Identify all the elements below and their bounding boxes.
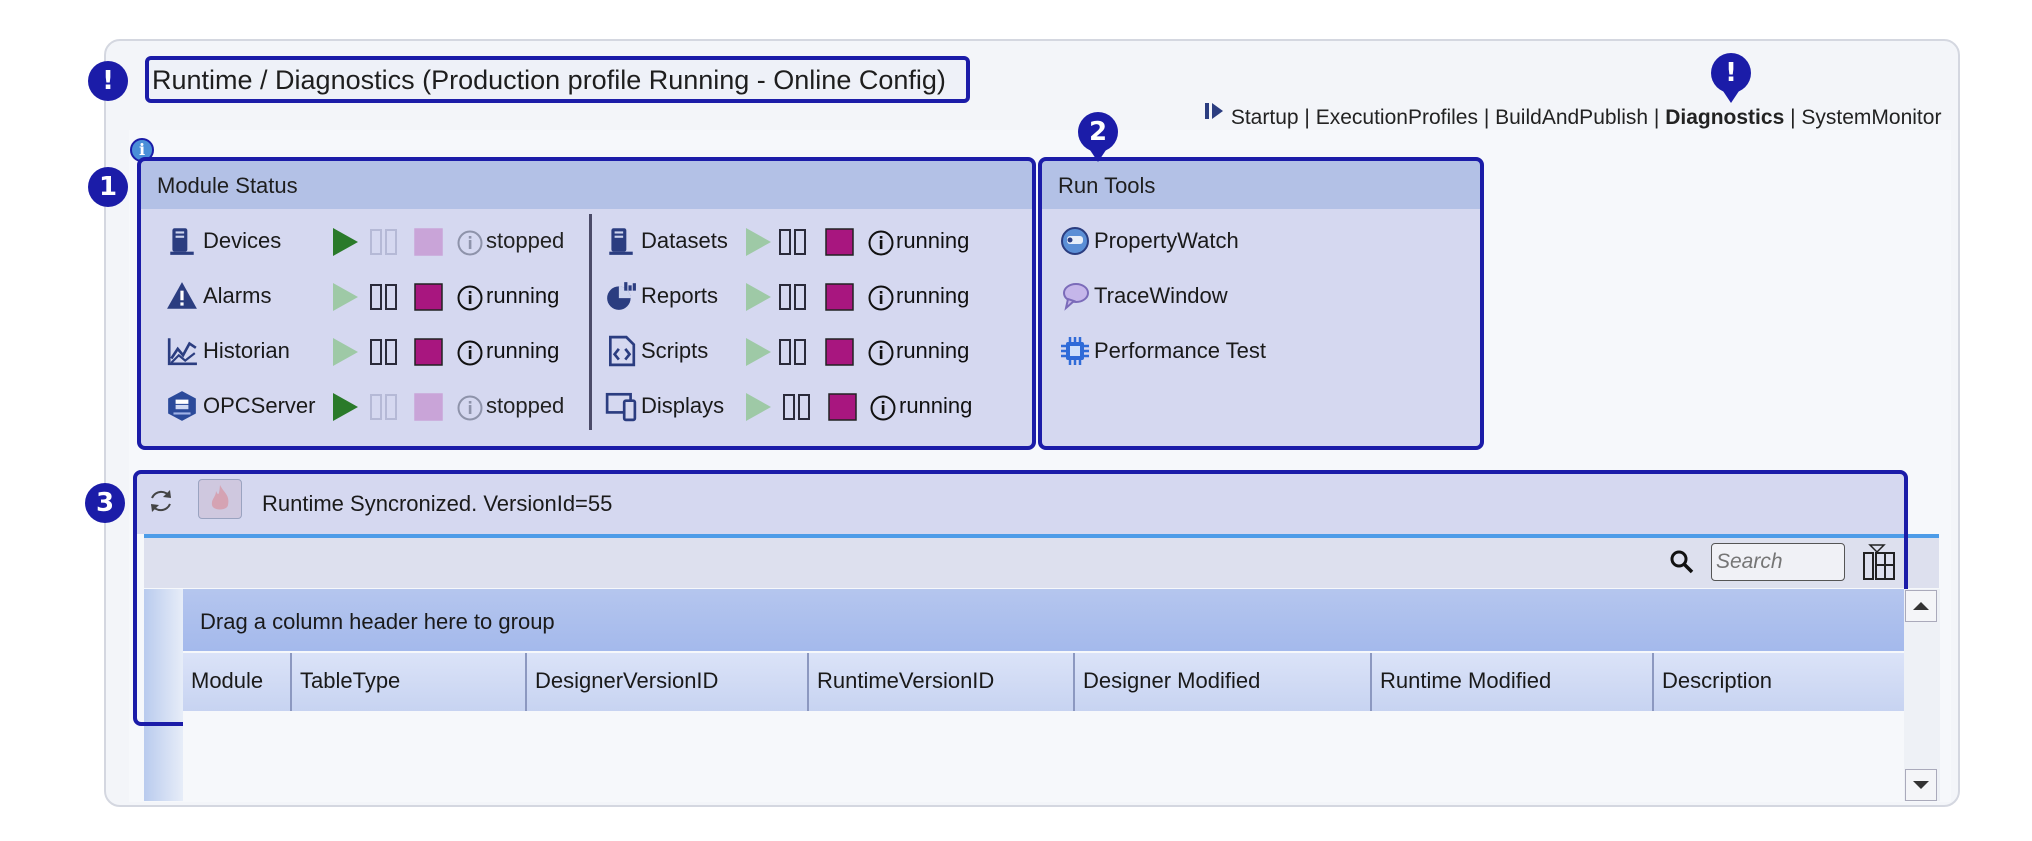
stop-button[interactable] xyxy=(825,338,855,366)
property-watch-icon xyxy=(1061,227,1089,255)
alert-badge: ! xyxy=(88,61,128,101)
chip-icon xyxy=(1061,337,1089,365)
stop-button[interactable] xyxy=(414,283,444,311)
step-badge-2: 2 xyxy=(1078,112,1118,162)
start-button[interactable] xyxy=(330,226,360,258)
stop-button[interactable] xyxy=(825,283,855,311)
start-button[interactable] xyxy=(330,391,360,423)
module-column-divider xyxy=(589,214,592,430)
pause-button[interactable] xyxy=(369,338,399,366)
pause-button[interactable] xyxy=(778,338,808,366)
datasets-icon xyxy=(609,228,633,255)
stop-button[interactable] xyxy=(414,393,444,421)
breadcrumb-build-and-publish[interactable]: BuildAndPublish xyxy=(1495,106,1648,129)
status-info-icon[interactable] xyxy=(456,339,484,367)
module-status-text: stopped xyxy=(486,228,565,253)
opc-server-icon xyxy=(168,391,196,421)
status-info-icon[interactable] xyxy=(867,339,895,367)
start-button[interactable] xyxy=(743,391,773,423)
module-status-text: running xyxy=(896,228,970,253)
status-info-icon[interactable] xyxy=(869,394,897,422)
pause-button[interactable] xyxy=(369,393,399,421)
stop-button[interactable] xyxy=(414,338,444,366)
status-info-icon[interactable] xyxy=(867,284,895,312)
breadcrumb-execution-profiles[interactable]: ExecutionProfiles xyxy=(1316,106,1478,129)
start-button[interactable] xyxy=(743,226,773,258)
module-label: Displays xyxy=(641,393,725,418)
breadcrumb-diagnostics[interactable]: Diagnostics xyxy=(1665,106,1784,129)
scroll-down-button[interactable] xyxy=(1905,769,1937,801)
caret-up-icon xyxy=(1913,602,1929,610)
stop-button[interactable] xyxy=(828,393,858,421)
status-info-icon[interactable] xyxy=(456,229,484,257)
module-status-text: running xyxy=(486,338,560,363)
breadcrumb: Startup | ExecutionProfiles | BuildAndPu… xyxy=(1203,103,1941,133)
pause-button[interactable] xyxy=(778,283,808,311)
grid-section-outline xyxy=(133,470,1908,726)
step-badge-1: 1 xyxy=(88,167,128,207)
start-button[interactable] xyxy=(743,281,773,313)
module-label: Devices xyxy=(203,228,282,253)
stop-button[interactable] xyxy=(825,228,855,256)
performance-test-label: Performance Test xyxy=(1094,338,1267,363)
start-button[interactable] xyxy=(743,336,773,368)
module-label: Scripts xyxy=(641,338,709,363)
module-label: Reports xyxy=(641,283,719,308)
step-badge-3: 3 xyxy=(85,483,125,523)
module-status-text: running xyxy=(899,393,973,418)
scripts-icon xyxy=(609,335,636,367)
reports-icon xyxy=(607,282,636,310)
module-label: Datasets xyxy=(641,228,728,253)
pause-button[interactable] xyxy=(778,228,808,256)
module-status-text: stopped xyxy=(486,393,565,418)
devices-icon xyxy=(170,228,194,255)
pause-button[interactable] xyxy=(782,393,812,421)
historian-icon xyxy=(167,338,197,366)
status-info-icon[interactable] xyxy=(456,284,484,312)
status-info-icon[interactable] xyxy=(456,394,484,422)
page-title: Runtime / Diagnostics (Production profil… xyxy=(152,65,946,95)
displays-icon xyxy=(605,392,637,422)
scroll-up-button[interactable] xyxy=(1905,590,1937,622)
module-status-text: running xyxy=(486,283,560,308)
trace-window-label: TraceWindow xyxy=(1094,283,1228,308)
status-info-icon[interactable] xyxy=(867,229,895,257)
stop-button[interactable] xyxy=(414,228,444,256)
pause-button[interactable] xyxy=(369,283,399,311)
trace-window-icon xyxy=(1063,283,1089,311)
caret-down-icon xyxy=(1913,781,1929,789)
module-label: Historian xyxy=(203,338,290,363)
breadcrumb-startup[interactable]: Startup xyxy=(1231,106,1299,129)
property-watch-label: PropertyWatch xyxy=(1094,228,1239,253)
start-button[interactable] xyxy=(330,281,360,313)
module-status-text: running xyxy=(896,338,970,363)
module-label: Alarms xyxy=(203,283,272,308)
alarm-icon xyxy=(167,282,197,309)
play-step-icon xyxy=(1203,100,1225,131)
grid-body xyxy=(183,713,1904,801)
module-label: OPCServer xyxy=(203,393,316,418)
breadcrumb-alert-badge: ! xyxy=(1711,53,1751,103)
breadcrumb-system-monitor[interactable]: SystemMonitor xyxy=(1801,106,1941,129)
module-status-text: running xyxy=(896,283,970,308)
start-button[interactable] xyxy=(330,336,360,368)
pause-button[interactable] xyxy=(369,228,399,256)
